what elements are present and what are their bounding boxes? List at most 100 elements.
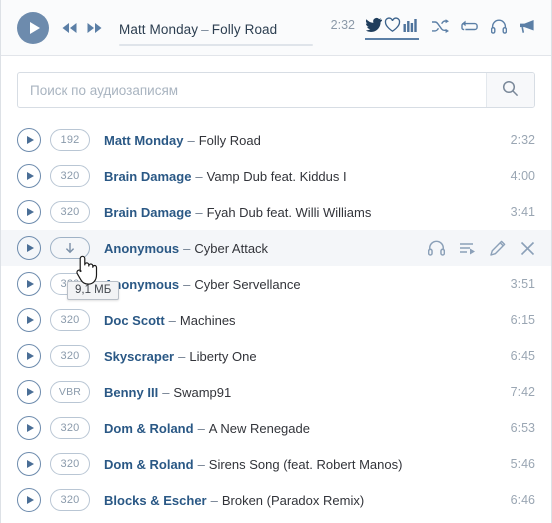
- play-icon: [26, 316, 34, 324]
- track-actions: [428, 240, 535, 256]
- track-play-button[interactable]: [17, 236, 41, 260]
- track-row[interactable]: 320 Skyscraper – Liberty One 6:45: [1, 338, 551, 374]
- track-title: A New Renegade: [208, 420, 310, 436]
- track-play-button[interactable]: [17, 164, 41, 188]
- track-play-button[interactable]: [17, 416, 41, 440]
- track-duration: 2:32: [510, 133, 535, 147]
- broadcast-icon[interactable]: [519, 19, 537, 34]
- track-label: Anonymous – Cyber Attack: [104, 241, 416, 256]
- progress-bar[interactable]: [119, 44, 313, 46]
- track-dash: –: [183, 240, 191, 256]
- track-play-button[interactable]: [17, 344, 41, 368]
- track-row[interactable]: 320 Doc Scott – Machines 6:15: [1, 302, 551, 338]
- filesize-tooltip: 9,1 МБ: [67, 281, 120, 300]
- track-play-button[interactable]: [17, 308, 41, 332]
- track-label: Benny III – Swamp91: [104, 385, 499, 400]
- bitrate-badge[interactable]: 320: [50, 165, 90, 187]
- track-list: 192 Matt Monday – Folly Road 2:32 320 Brain Da…: [1, 122, 551, 518]
- track-play-button[interactable]: [17, 380, 41, 404]
- track-label: Doc Scott – Machines: [104, 313, 499, 328]
- track-duration: 3:51: [510, 277, 535, 291]
- track-row[interactable]: 192 Matt Monday – Folly Road 2:32: [1, 122, 551, 158]
- track-title: Cyber Attack: [194, 240, 269, 256]
- track-title: Machines: [179, 312, 236, 328]
- bitrate-badge[interactable]: VBR: [50, 381, 90, 403]
- track-artist[interactable]: Brain Damage: [104, 169, 191, 184]
- track-duration: 6:45: [510, 349, 535, 363]
- track-label: Dom & Roland – A New Renegade: [104, 421, 499, 436]
- pencil-icon[interactable]: [490, 240, 506, 256]
- transport-controls: [61, 22, 103, 34]
- playlist-add-icon[interactable]: [459, 241, 476, 256]
- track-play-button[interactable]: [17, 200, 41, 224]
- track-play-button[interactable]: [17, 272, 41, 296]
- headphones-icon[interactable]: [491, 19, 507, 34]
- track-artist[interactable]: Matt Monday: [104, 133, 183, 148]
- track-title: Liberty One: [189, 348, 257, 364]
- play-button[interactable]: [17, 11, 49, 44]
- bitrate-badge[interactable]: 320: [50, 309, 90, 331]
- track-artist[interactable]: Dom & Roland: [104, 457, 194, 472]
- equalizer-icon[interactable]: [403, 18, 419, 32]
- play-icon: [26, 280, 34, 288]
- bitrate-badge[interactable]: 320: [50, 417, 90, 439]
- bitrate-badge[interactable]: 320: [50, 201, 90, 223]
- play-icon: [26, 424, 34, 432]
- track-label: Matt Monday – Folly Road: [104, 133, 499, 148]
- bitrate-badge[interactable]: 320: [50, 345, 90, 367]
- bitrate-badge[interactable]: 320: [50, 453, 90, 475]
- track-row[interactable]: 320 Brain Damage – Fyah Dub feat. Willi Wil…: [1, 194, 551, 230]
- search-section: [1, 56, 551, 122]
- track-duration: 3:41: [510, 205, 535, 219]
- track-label: Blocks & Escher – Broken (Paradox Remix): [104, 493, 499, 508]
- fast-forward-icon[interactable]: [86, 22, 103, 34]
- track-row[interactable]: Anonymous – Cyber Attack: [1, 230, 551, 266]
- track-duration: 6:46: [510, 493, 535, 507]
- track-artist[interactable]: Anonymous: [104, 241, 179, 256]
- track-title: Cyber Servellance: [194, 276, 301, 292]
- audio-player-page: Matt Monday – Folly Road 2:32 Поиск по а…: [0, 0, 552, 523]
- track-title: Vamp Dub feat. Kiddus I: [206, 168, 347, 184]
- track-row[interactable]: 320 Dom & Roland – Sirens Song (feat. Rober…: [1, 446, 551, 482]
- track-title: Fyah Dub feat. Willi Williams: [206, 204, 372, 220]
- search-input[interactable]: [18, 73, 486, 107]
- track-row[interactable]: VBR Benny III – Swamp91 7:42: [1, 374, 551, 410]
- track-play-button[interactable]: [17, 488, 41, 512]
- bitrate-badge[interactable]: 320: [50, 489, 90, 511]
- track-artist[interactable]: Blocks & Escher: [104, 493, 207, 508]
- repeat-icon[interactable]: [461, 19, 479, 34]
- track-dash: –: [183, 276, 191, 292]
- close-icon[interactable]: [520, 241, 535, 256]
- play-icon: [26, 208, 34, 216]
- download-icon[interactable]: [50, 237, 90, 259]
- track-artist[interactable]: Brain Damage: [104, 205, 191, 220]
- now-playing-time: 2:32: [330, 17, 355, 32]
- track-label: Anonymous – Cyber Servellance: [104, 277, 499, 292]
- rewind-icon[interactable]: [61, 22, 78, 34]
- search-icon: [502, 80, 519, 100]
- header-icons: [365, 16, 537, 40]
- search-button[interactable]: [486, 73, 534, 107]
- track-dash: –: [187, 132, 195, 148]
- track-artist[interactable]: Dom & Roland: [104, 421, 194, 436]
- bitrate-badge[interactable]: 192: [50, 129, 90, 151]
- track-artist[interactable]: Doc Scott: [104, 313, 165, 328]
- shuffle-icon[interactable]: [431, 18, 449, 34]
- track-dash: –: [178, 348, 186, 364]
- track-artist[interactable]: Skyscraper: [104, 349, 174, 364]
- track-row[interactable]: 320 Brain Damage – Vamp Dub feat. Kiddus I 4…: [1, 158, 551, 194]
- twitter-bird-icon[interactable]: [365, 17, 382, 33]
- headphones-icon[interactable]: [428, 240, 445, 256]
- track-play-button[interactable]: [17, 128, 41, 152]
- header-active-group: [365, 16, 419, 40]
- track-row[interactable]: 320 Blocks & Escher – Broken (Paradox Remix…: [1, 482, 551, 518]
- track-dash: –: [197, 456, 205, 472]
- track-play-button[interactable]: [17, 452, 41, 476]
- track-artist[interactable]: Benny III: [104, 385, 158, 400]
- track-row[interactable]: 320 Dom & Roland – A New Renegade 6:53: [1, 410, 551, 446]
- now-playing-title: Folly Road: [211, 22, 278, 37]
- heart-icon[interactable]: [384, 16, 401, 33]
- track-dash: –: [162, 384, 170, 400]
- track-label: Brain Damage – Vamp Dub feat. Kiddus I: [104, 169, 499, 184]
- track-label: Brain Damage – Fyah Dub feat. Willi Willia…: [104, 205, 499, 220]
